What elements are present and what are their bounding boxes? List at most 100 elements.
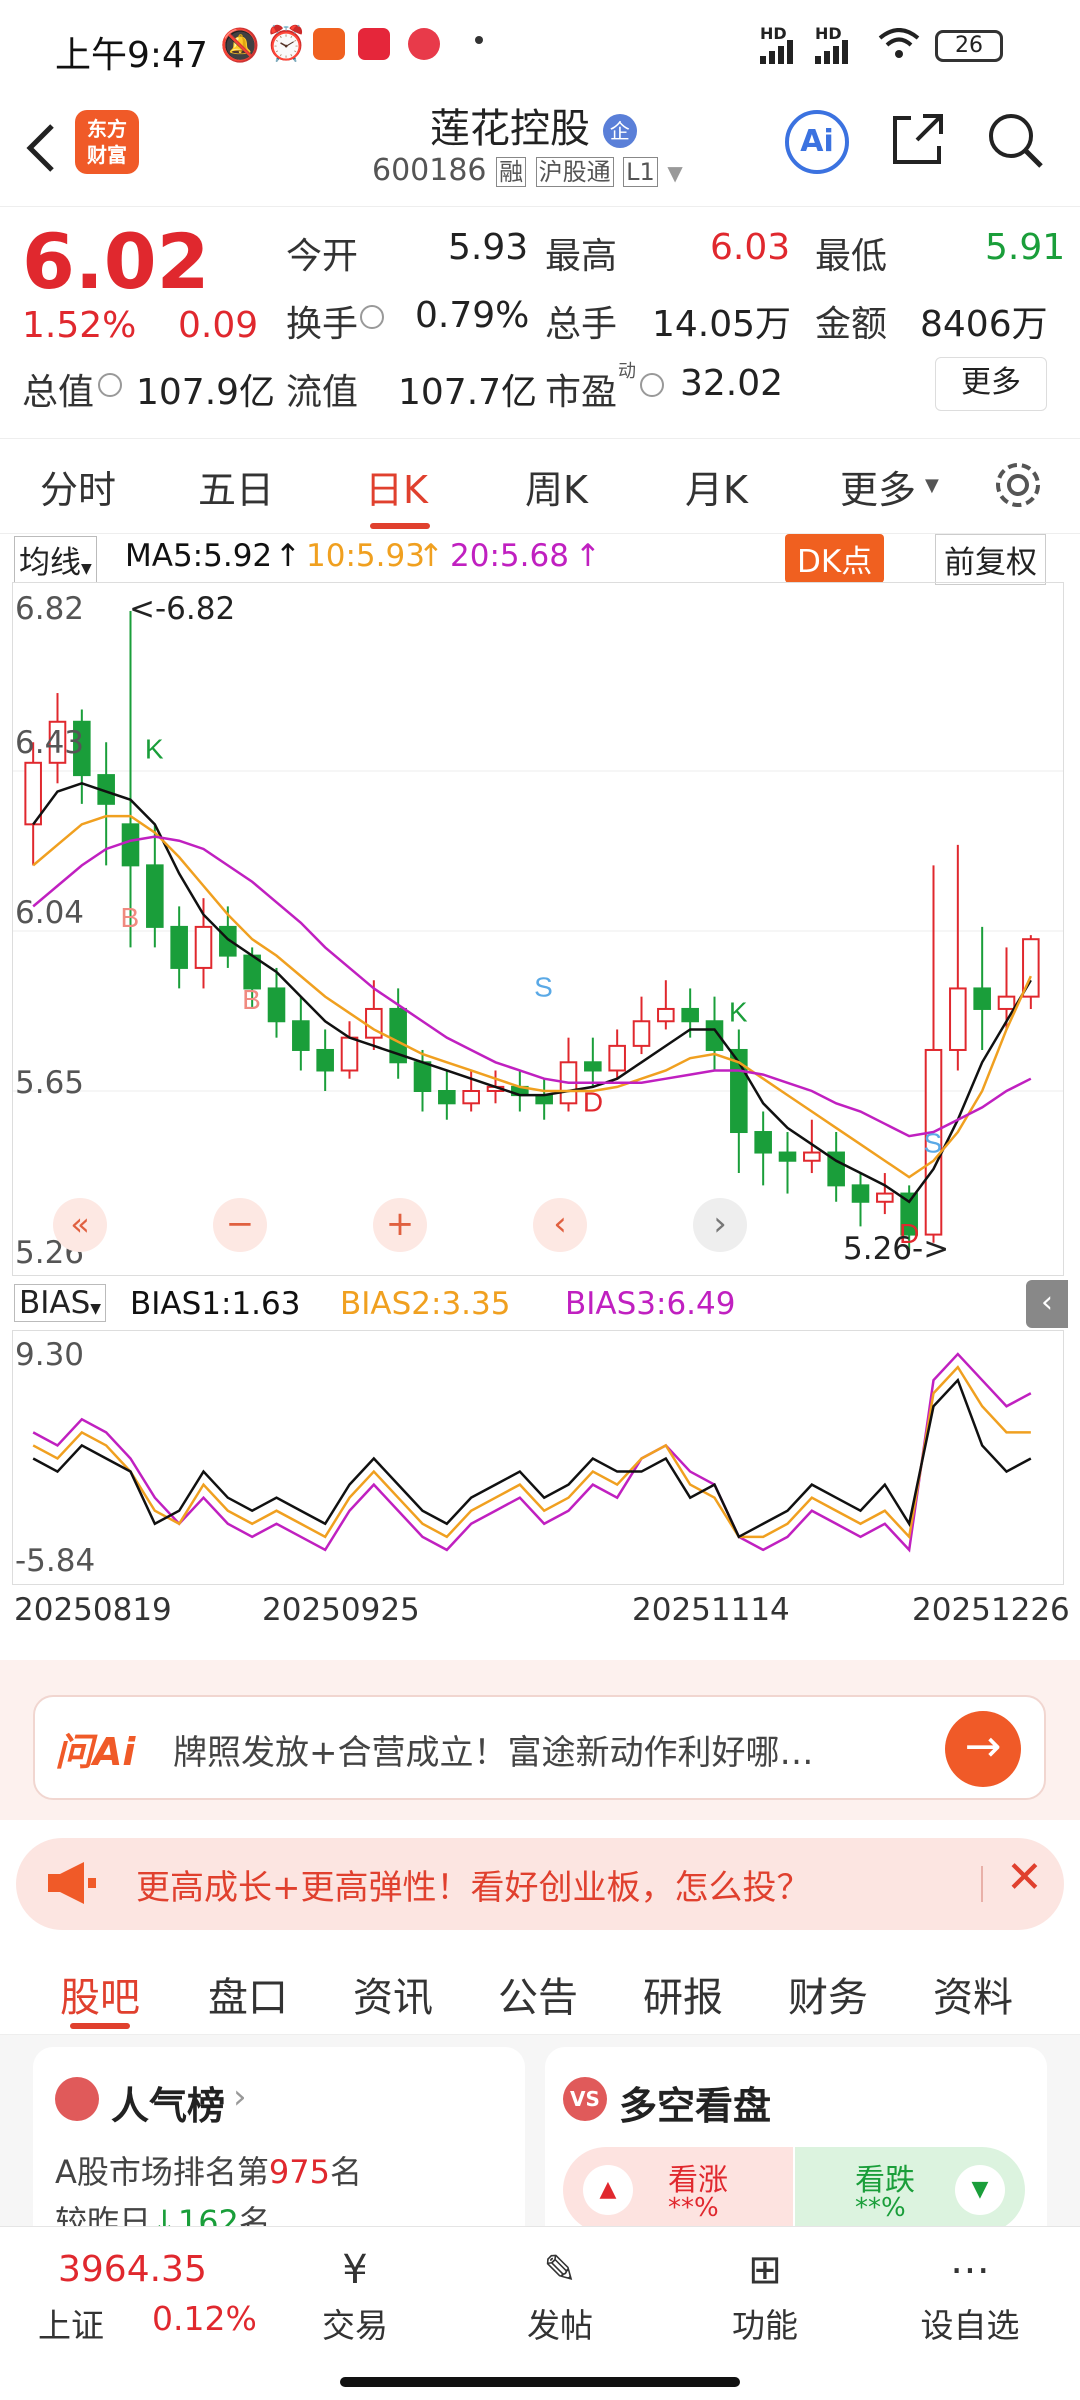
enterprise-badge: 企 xyxy=(602,114,637,148)
status-time: 上午9:47 xyxy=(55,35,208,76)
high-value: 6.03 xyxy=(710,227,791,268)
back-icon[interactable] xyxy=(20,118,60,182)
info-icon-2[interactable] xyxy=(98,373,122,397)
bull-bar[interactable]: ▲ 看涨 **% xyxy=(563,2147,793,2233)
tab-daily-k[interactable]: 日K xyxy=(365,459,428,514)
open-value: 5.93 xyxy=(448,227,529,268)
signal-marker: B xyxy=(242,984,261,1015)
ai-question-bar[interactable]: 问Ai 牌照发放+合营成立！富途新动作利好哪… → xyxy=(33,1695,1046,1800)
bull-bear-card[interactable]: VS 多空看盘 ▲ 看涨 **% 看跌 **% ▼ xyxy=(545,2047,1047,2247)
low-label: 最低 xyxy=(815,236,888,277)
ma20-label: 20:5.68 xyxy=(450,538,569,574)
mcap-label: 总值 xyxy=(22,372,95,413)
edit-icon: ✎ xyxy=(543,2247,577,2293)
search-icon[interactable] xyxy=(985,110,1045,174)
ytick-1: 6.43 xyxy=(15,725,85,761)
collapse-icon[interactable]: ‹ xyxy=(1026,1280,1068,1328)
tab-finance[interactable]: 财务 xyxy=(788,1965,868,2023)
tab-more[interactable]: 更多 xyxy=(840,459,916,514)
tab-announcements[interactable]: 公告 xyxy=(498,1965,578,2023)
share-icon[interactable] xyxy=(887,110,947,174)
rewind-button[interactable]: « xyxy=(53,1198,107,1252)
zoom-in-button[interactable]: + xyxy=(373,1198,427,1252)
next-button[interactable]: › xyxy=(693,1198,747,1252)
amount-label: 金额 xyxy=(815,304,888,345)
tab-news[interactable]: 资讯 xyxy=(353,1965,433,2023)
post-button[interactable]: ✎ 发帖 xyxy=(490,2247,630,2347)
candle xyxy=(146,864,164,928)
turnover-value: 0.79% xyxy=(415,295,530,336)
max-price-label: <-6.82 xyxy=(129,591,236,627)
add-watchlist-button[interactable]: ⋯ 设自选 xyxy=(900,2247,1040,2347)
bias3-line xyxy=(32,1352,1032,1553)
change-value: 0.09 xyxy=(178,305,259,346)
info-icon-3[interactable] xyxy=(640,373,664,397)
pe-label: 市盈 xyxy=(545,372,618,413)
kline-chart[interactable]: KBBSDKSD 6.82 6.43 6.04 5.65 5.26 <-6.82… xyxy=(12,582,1064,1276)
dk-point-button[interactable]: DK点 xyxy=(785,534,885,583)
index-value: 3964.35 xyxy=(58,2249,207,2290)
bias-toolbar: BIAS▼ BIAS1:1.63 BIAS2:3.35 BIAS3:6.49 ‹ xyxy=(0,1276,1080,1332)
close-icon[interactable]: ✕ xyxy=(1006,1852,1043,1903)
volume-value: 14.05万 xyxy=(652,304,792,345)
volume-label: 总手 xyxy=(545,304,618,345)
popularity-card[interactable]: 人气榜 › A股市场排名第975名 较昨日↓162名 xyxy=(33,2047,525,2247)
functions-label: 功能 xyxy=(732,2306,798,2345)
more-button[interactable]: 更多 xyxy=(935,357,1047,411)
promo-banner[interactable]: 更高成长+更高弹性！看好创业板，怎么投？ ✕ xyxy=(16,1838,1064,1930)
trade-button[interactable]: ¥ 交易 xyxy=(285,2247,425,2347)
tab-orderbook[interactable]: 盘口 xyxy=(208,1965,288,2023)
functions-button[interactable]: ⊞ 功能 xyxy=(695,2247,835,2347)
signal-marker: K xyxy=(729,996,748,1027)
prev-button[interactable]: ‹ xyxy=(533,1198,587,1252)
trade-icon: ¥ xyxy=(342,2247,368,2293)
bias-select[interactable]: BIAS▼ xyxy=(14,1284,107,1322)
tab-intraday[interactable]: 分时 xyxy=(40,459,116,514)
caret-down-icon: ▼ xyxy=(925,475,939,496)
signal-marker: D xyxy=(583,1087,603,1118)
settings-icon[interactable] xyxy=(990,457,1046,517)
candle xyxy=(778,1151,797,1162)
bear-bar[interactable]: 看跌 **% ▼ xyxy=(795,2147,1025,2233)
ai-button[interactable]: Ai xyxy=(785,110,849,174)
tab-profile[interactable]: 资料 xyxy=(933,1965,1013,2023)
candle xyxy=(267,987,286,1023)
bottom-bar: 3964.35 上证 0.12% ¥ 交易 ✎ 发帖 ⊞ 功能 ⋯ 设自选 xyxy=(0,2226,1080,2400)
ma20-arrow: ↑ xyxy=(575,538,601,574)
indicator-select[interactable]: 均线▼ xyxy=(14,536,97,583)
candle xyxy=(292,1020,310,1051)
zoom-out-button[interactable]: − xyxy=(213,1198,267,1252)
candle xyxy=(194,925,213,969)
bull-bear-title: 多空看盘 xyxy=(619,2084,772,2128)
candle xyxy=(438,1090,456,1105)
candle xyxy=(121,823,140,867)
dropdown-icon[interactable]: ▼ xyxy=(667,161,682,185)
tab-monthly-k[interactable]: 月K xyxy=(685,459,748,514)
tab-forum[interactable]: 股吧 xyxy=(60,1965,140,2023)
current-price: 6.02 xyxy=(22,217,210,306)
active-tab-indicator xyxy=(370,523,430,529)
bias-chart[interactable]: 9.30 -5.84 xyxy=(12,1330,1064,1585)
tab-research[interactable]: 研报 xyxy=(643,1965,723,2023)
rank-prefix: A股市场排名第 xyxy=(55,2153,269,2191)
rank-line: A股市场排名第975名 xyxy=(55,2147,362,2193)
chart-toolbar: 均线▼ MA5:5.92 ↑ 10:5.93 ↑ 20:5.68 ↑ DK点 前… xyxy=(0,530,1080,585)
candle xyxy=(851,1184,870,1203)
tab-five-day[interactable]: 五日 xyxy=(198,459,274,514)
info-icon[interactable] xyxy=(360,305,384,329)
caret-icon: ▼ xyxy=(90,1301,102,1317)
candle xyxy=(584,1061,602,1072)
mcap-value: 107.9亿 xyxy=(136,372,276,413)
rank-suffix: 名 xyxy=(329,2153,362,2191)
wifi-icon xyxy=(878,28,920,64)
ma5-arrow: ↑ xyxy=(275,538,301,574)
adjust-button[interactable]: 前复权 xyxy=(935,534,1046,585)
indicator-label: 均线 xyxy=(19,545,81,581)
float-value: 107.7亿 xyxy=(398,372,538,413)
ai-section: 问Ai 牌照发放+合营成立！富途新动作利好哪… → xyxy=(0,1660,1080,1820)
popularity-title: 人气榜 xyxy=(111,2084,226,2128)
period-tabs: 分时 五日 日K 周K 月K 更多 ▼ xyxy=(0,438,1080,534)
arrow-right-icon[interactable]: → xyxy=(945,1711,1021,1787)
tab-weekly-k[interactable]: 周K xyxy=(525,459,588,514)
trade-label: 交易 xyxy=(322,2306,388,2345)
